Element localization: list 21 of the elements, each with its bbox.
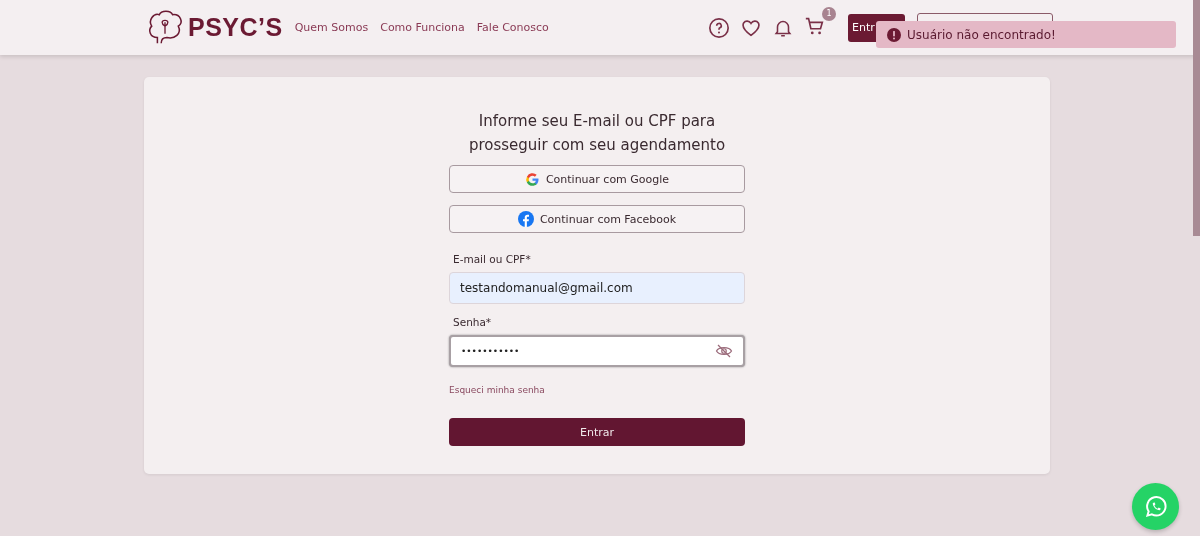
toast-message: Usuário não encontrado! [907, 27, 1056, 42]
alert-icon [887, 27, 901, 42]
google-icon [524, 171, 540, 187]
cart-count-badge: 1 [822, 6, 836, 21]
submit-button[interactable]: Entrar [449, 418, 745, 446]
forgot-password-link[interactable]: Esqueci minha senha [449, 385, 745, 395]
nav-link[interactable]: Como Funciona [380, 21, 465, 34]
email-field[interactable]: testandomanual@gmail.com [449, 272, 745, 304]
field-label: Senha* [453, 316, 493, 328]
facebook-icon [517, 211, 534, 227]
password-field[interactable]: ••••••••••• [449, 335, 745, 367]
brand-name[interactable]: PSYC’S [188, 13, 283, 42]
facebook-login-button[interactable]: Continuar com Facebook [449, 205, 745, 233]
form-title: Informe seu E-mail ou CPF para prosseguir com seu agendamento [467, 111, 727, 156]
nav-link[interactable]: Fale Conosco [476, 21, 549, 34]
eye-off-icon[interactable] [715, 342, 733, 360]
nav-link[interactable]: Quem Somos [294, 21, 369, 34]
help-icon[interactable] [708, 16, 730, 39]
google-login-button[interactable]: Continuar com Google [449, 165, 745, 193]
field-label: E-mail ou CPF* [453, 253, 532, 265]
scrollbar[interactable] [1193, 0, 1200, 236]
